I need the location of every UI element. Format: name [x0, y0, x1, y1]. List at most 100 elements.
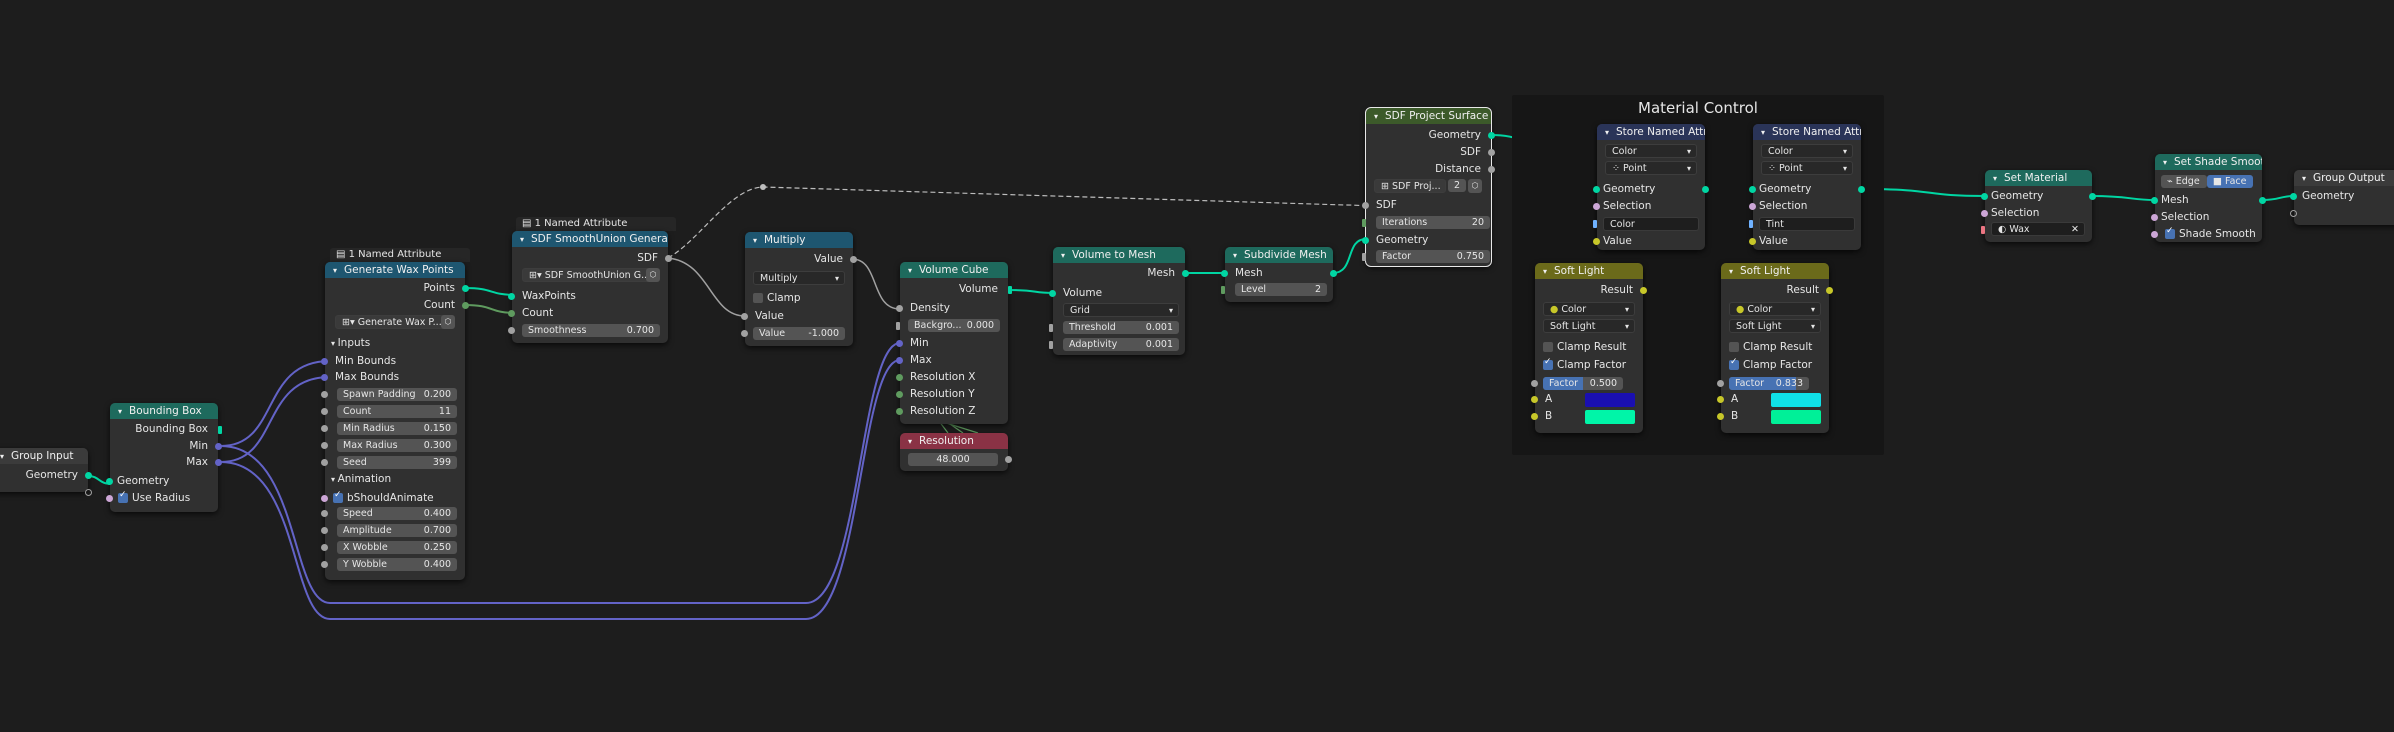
node-header[interactable]: ▾Store Named Attri... — [1597, 124, 1705, 140]
background-field[interactable]: Backgro... 0.000 — [908, 319, 1000, 332]
factor-socket[interactable] — [1717, 380, 1724, 387]
param-field[interactable]: Y Wobble 0.400 — [337, 558, 457, 571]
param-socket[interactable] — [321, 459, 328, 466]
geometry-in-socket[interactable] — [1749, 186, 1756, 193]
param-field[interactable]: Speed 0.400 — [337, 507, 457, 520]
node-header[interactable]: ▾ Group Output — [2294, 170, 2394, 186]
volume-to-mesh-node[interactable]: ▾ Volume to Mesh Mesh Volume Grid ▾ Thresh… — [1049, 247, 1189, 355]
min-socket[interactable] — [215, 443, 222, 450]
material-socket[interactable] — [1981, 226, 1985, 234]
chevron-down-icon[interactable]: ▾ — [1543, 264, 1552, 279]
geometry-socket[interactable] — [85, 472, 92, 479]
node-header[interactable]: ▾ Bounding Box — [110, 403, 218, 419]
selection-socket[interactable] — [2151, 214, 2158, 221]
node-header[interactable]: ▾ Volume Cube — [900, 262, 1008, 278]
chevron-down-icon[interactable]: ▾ — [1061, 248, 1070, 263]
soft-light-node-2[interactable]: ▾ Soft Light Result ● Color ▾ Soft Light ▾ … — [1717, 263, 1833, 433]
node-header[interactable]: ▾ Volume to Mesh — [1053, 247, 1185, 263]
color-a-swatch[interactable] — [1771, 393, 1821, 407]
set-shade-smooth-node[interactable]: ▾ Set Shade Smooth ⌁ Edge ■ Face Mesh Sel… — [2151, 154, 2266, 242]
chevron-down-icon[interactable]: ▾ — [1761, 125, 1770, 140]
domain-face-button[interactable]: ■ Face — [2207, 175, 2253, 188]
group-selector[interactable]: ⊞ SDF Proj... — [1374, 179, 1446, 193]
shade-smooth-checkbox[interactable] — [2165, 226, 2175, 239]
result-out-socket[interactable] — [1640, 287, 1647, 294]
store-named-attribute-node-1[interactable]: ▾Store Named Attri... Color▾ ⁘ Point▾ Ge… — [1593, 124, 1709, 250]
param-socket[interactable] — [321, 510, 328, 517]
domain-dropdown[interactable]: ⁘ Point ▾ — [1605, 161, 1697, 175]
chevron-down-icon[interactable]: ▾ — [333, 263, 342, 278]
factor-slider[interactable]: Factor 0.833 — [1729, 377, 1809, 390]
should-animate-checkbox[interactable] — [333, 490, 343, 503]
operation-dropdown[interactable]: Multiply ▾ — [753, 271, 845, 285]
param-field[interactable]: Count 11 — [337, 405, 457, 418]
color-b-swatch[interactable] — [1771, 410, 1821, 424]
chevron-down-icon[interactable]: ▾ — [753, 233, 762, 248]
factor-field[interactable]: Factor 0.750 — [1376, 250, 1490, 263]
volume-in-socket[interactable] — [1049, 290, 1056, 297]
points-socket[interactable] — [462, 285, 469, 292]
clamp-factor-checkbox[interactable] — [1729, 357, 1739, 370]
adaptivity-socket[interactable] — [1049, 341, 1053, 349]
node-header[interactable]: ▾ Multiply — [745, 232, 853, 248]
result-out-socket[interactable] — [1826, 287, 1833, 294]
bounding-box-node[interactable]: ▾ Bounding Box Bounding Box Min Max Geome… — [106, 403, 222, 512]
b-socket[interactable] — [1717, 413, 1724, 420]
node-header[interactable]: ▾ Resolution — [900, 433, 1008, 449]
geometry-out-socket[interactable] — [2089, 193, 2096, 200]
close-icon[interactable]: ✕ — [2071, 223, 2079, 237]
level-field[interactable]: Level 2 — [1235, 283, 1327, 296]
color-b-swatch[interactable] — [1585, 410, 1635, 424]
chevron-down-icon[interactable]: ▾ — [1993, 171, 2002, 186]
data-type-dropdown[interactable]: ● Color ▾ — [1729, 302, 1821, 316]
name-field[interactable]: Tint — [1759, 217, 1855, 231]
res-y-socket[interactable] — [896, 391, 903, 398]
chevron-down-icon[interactable]: ▾ — [0, 449, 9, 464]
param-field[interactable]: Amplitude 0.700 — [337, 524, 457, 537]
param-field[interactable]: Spawn Padding 0.200 — [337, 388, 457, 401]
name-socket[interactable] — [1593, 220, 1597, 228]
node-header[interactable]: ▾ Generate Wax Points — [325, 262, 465, 278]
clamp-factor-checkbox[interactable] — [1543, 357, 1553, 370]
mesh-in-socket[interactable] — [1221, 270, 1228, 277]
data-type-dropdown[interactable]: ● Color ▾ — [1543, 302, 1635, 316]
clamp-result-checkbox[interactable] — [1543, 342, 1553, 352]
resolution-node[interactable]: ▾ Resolution 48.000 — [900, 433, 1012, 471]
geometry-out-socket[interactable] — [1702, 186, 1709, 193]
distance-out-socket[interactable] — [1488, 166, 1495, 173]
animation-panel-header[interactable]: ▾ Animation — [331, 471, 391, 487]
group-output-node[interactable]: ▾ Group Output Geometry — [2290, 170, 2394, 225]
set-material-node[interactable]: ▾ Set Material Geometry Selection ◐ Wax ✕ — [1981, 170, 2096, 242]
smoothness-field[interactable]: Smoothness 0.700 — [522, 324, 660, 337]
b-socket[interactable] — [1531, 413, 1538, 420]
param-socket[interactable] — [321, 544, 328, 551]
chevron-down-icon[interactable]: ▾ — [520, 232, 529, 247]
color-a-swatch[interactable] — [1585, 393, 1635, 407]
min-socket[interactable] — [896, 340, 903, 347]
chevron-down-icon[interactable]: ▾ — [1729, 264, 1738, 279]
subdivide-mesh-node[interactable]: ▾ Subdivide Mesh Mesh Level 2 — [1221, 247, 1337, 302]
node-header[interactable]: ▾ Group Input — [0, 448, 88, 464]
selection-socket[interactable] — [1749, 203, 1756, 210]
max-bounds-socket[interactable] — [321, 374, 328, 381]
res-x-socket[interactable] — [896, 374, 903, 381]
count-out-socket[interactable] — [462, 302, 469, 309]
generate-wax-points-node[interactable]: ▾ Generate Wax Points Points Count ⊞▾ Gen… — [321, 262, 469, 580]
level-socket[interactable] — [1221, 286, 1225, 294]
param-socket[interactable] — [321, 391, 328, 398]
value-field[interactable]: Value -1.000 — [753, 327, 845, 340]
shade-smooth-socket[interactable] — [2151, 231, 2158, 238]
animate-socket[interactable] — [321, 495, 328, 502]
data-type-dropdown[interactable]: Color ▾ — [1605, 144, 1697, 158]
clamp-checkbox[interactable] — [753, 293, 763, 303]
node-header[interactable]: ▾ Soft Light — [1721, 263, 1829, 279]
iterations-field[interactable]: Iterations 20 — [1376, 216, 1490, 229]
empty-socket[interactable] — [2290, 210, 2297, 217]
node-header[interactable]: ▾ SDF Project Surface — [1366, 108, 1491, 124]
factor-slider[interactable]: Factor 0.500 — [1543, 377, 1623, 390]
value-socket[interactable] — [1593, 238, 1600, 245]
node-header[interactable]: ▾ Set Material — [1985, 170, 2092, 186]
count-in-socket[interactable] — [508, 310, 515, 317]
adaptivity-field[interactable]: Adaptivity 0.001 — [1063, 338, 1179, 351]
param-socket[interactable] — [321, 442, 328, 449]
